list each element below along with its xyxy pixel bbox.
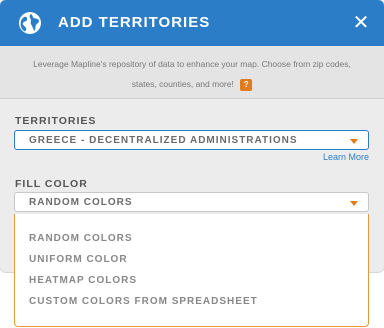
description-panel: Leverage Mapline's repository of data to… [0,46,384,99]
close-icon[interactable]: ✕ [350,12,372,34]
dialog-header: ADD TERRITORIES ✕ [0,0,384,46]
description-line-1: Leverage Mapline's repository of data to… [33,59,351,69]
chevron-down-icon [350,139,358,144]
fill-color-selected-value: RANDOM COLORS [29,197,133,208]
option-random-colors[interactable]: RANDOM COLORS [29,233,133,244]
option-uniform-color[interactable]: UNIFORM COLOR [29,254,128,265]
learn-more-link[interactable]: Learn More [323,152,369,162]
help-icon[interactable]: ? [240,78,253,91]
globe-icon [19,12,41,34]
fill-color-label: FILL COLOR [15,178,88,190]
fill-color-select[interactable]: RANDOM COLORS [14,192,369,212]
dialog-title: ADD TERRITORIES [58,14,211,31]
description-text: Leverage Mapline's repository of data to… [0,46,384,94]
territories-selected-value: GREECE - DECENTRALIZED ADMINISTRATIONS [29,135,298,146]
territories-select[interactable]: GREECE - DECENTRALIZED ADMINISTRATIONS [14,130,369,150]
territories-label: TERRITORIES [15,115,97,127]
chevron-down-icon [350,201,358,206]
option-heatmap-colors[interactable]: HEATMAP COLORS [29,275,137,286]
option-custom-colors-from-spreadsheet[interactable]: CUSTOM COLORS FROM SPREADSHEET [29,296,258,307]
description-line-2: states, counties, and more! [131,79,234,89]
fill-color-options-dropdown: RANDOM COLORS UNIFORM COLOR HEATMAP COLO… [14,214,369,327]
